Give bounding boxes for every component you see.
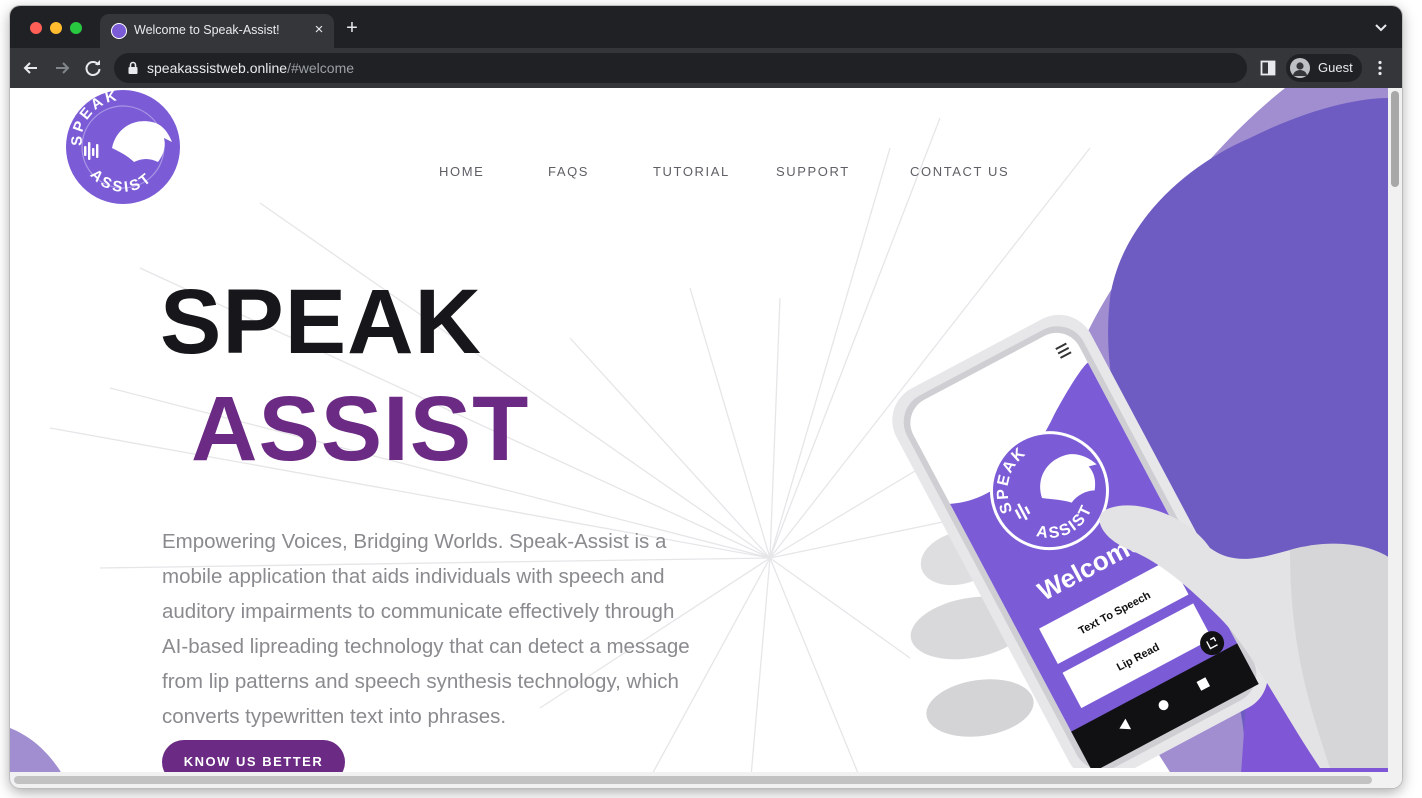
main-nav: HOME FAQS TUTORIAL SUPPORT CONTACT US <box>10 164 1388 184</box>
horizontal-scrollbar-thumb[interactable] <box>14 776 1372 784</box>
side-panel-icon[interactable] <box>1260 60 1276 76</box>
nav-contact-us[interactable]: CONTACT US <box>910 164 1009 179</box>
hero-description: Empowering Voices, Bridging Worlds. Spea… <box>162 530 690 728</box>
browser-window: Welcome to Speak-Assist! × + speakassist… <box>10 6 1402 788</box>
close-window-button[interactable] <box>30 22 42 34</box>
profile-avatar-icon <box>1290 58 1310 78</box>
url-path: /#welcome <box>287 60 355 76</box>
phone-in-hand-illustration: SPEAK ASSIST Welcome Text To Speech Lip … <box>892 314 1390 768</box>
nav-support[interactable]: SUPPORT <box>776 164 850 179</box>
address-bar[interactable]: speakassistweb.online/#welcome <box>114 53 1247 83</box>
tab-close-button[interactable]: × <box>310 21 328 39</box>
hero-title-assist: ASSIST <box>191 378 530 480</box>
back-arrow-icon[interactable] <box>20 57 42 79</box>
more-menu-icon[interactable] <box>1376 60 1384 76</box>
vertical-scrollbar-thumb[interactable] <box>1391 91 1399 187</box>
page-viewport: SPEAK ASSIST HOME FAQS TUTORIAL SUPPORT … <box>10 88 1402 788</box>
nav-faqs[interactable]: FAQS <box>548 164 589 179</box>
url-host: speakassistweb.online <box>147 60 288 76</box>
new-tab-button[interactable]: + <box>342 18 362 38</box>
tab-title: Welcome to Speak-Assist! <box>134 23 280 37</box>
horizontal-scrollbar[interactable] <box>10 772 1388 788</box>
browser-toolbar: speakassistweb.online/#welcome Guest <box>10 48 1402 88</box>
vertical-scrollbar[interactable] <box>1388 88 1402 788</box>
speak-assist-logo[interactable]: SPEAK ASSIST <box>64 88 182 206</box>
url-text: speakassistweb.online/#welcome <box>147 60 354 76</box>
profile-button[interactable]: Guest <box>1286 54 1362 82</box>
reload-icon[interactable] <box>82 57 104 79</box>
profile-label: Guest <box>1318 60 1353 75</box>
nav-tutorial[interactable]: TUTORIAL <box>653 164 730 179</box>
minimize-window-button[interactable] <box>50 22 62 34</box>
hero-title-speak: SPEAK <box>160 271 482 373</box>
lock-icon[interactable] <box>127 61 139 75</box>
zoom-window-button[interactable] <box>70 22 82 34</box>
tab-strip: Welcome to Speak-Assist! × + <box>10 6 1402 48</box>
active-tab[interactable]: Welcome to Speak-Assist! × <box>100 14 334 48</box>
site-favicon-icon <box>111 23 127 39</box>
nav-home[interactable]: HOME <box>439 164 484 179</box>
chevron-down-icon[interactable] <box>1374 20 1388 34</box>
forward-arrow-icon[interactable] <box>51 57 73 79</box>
